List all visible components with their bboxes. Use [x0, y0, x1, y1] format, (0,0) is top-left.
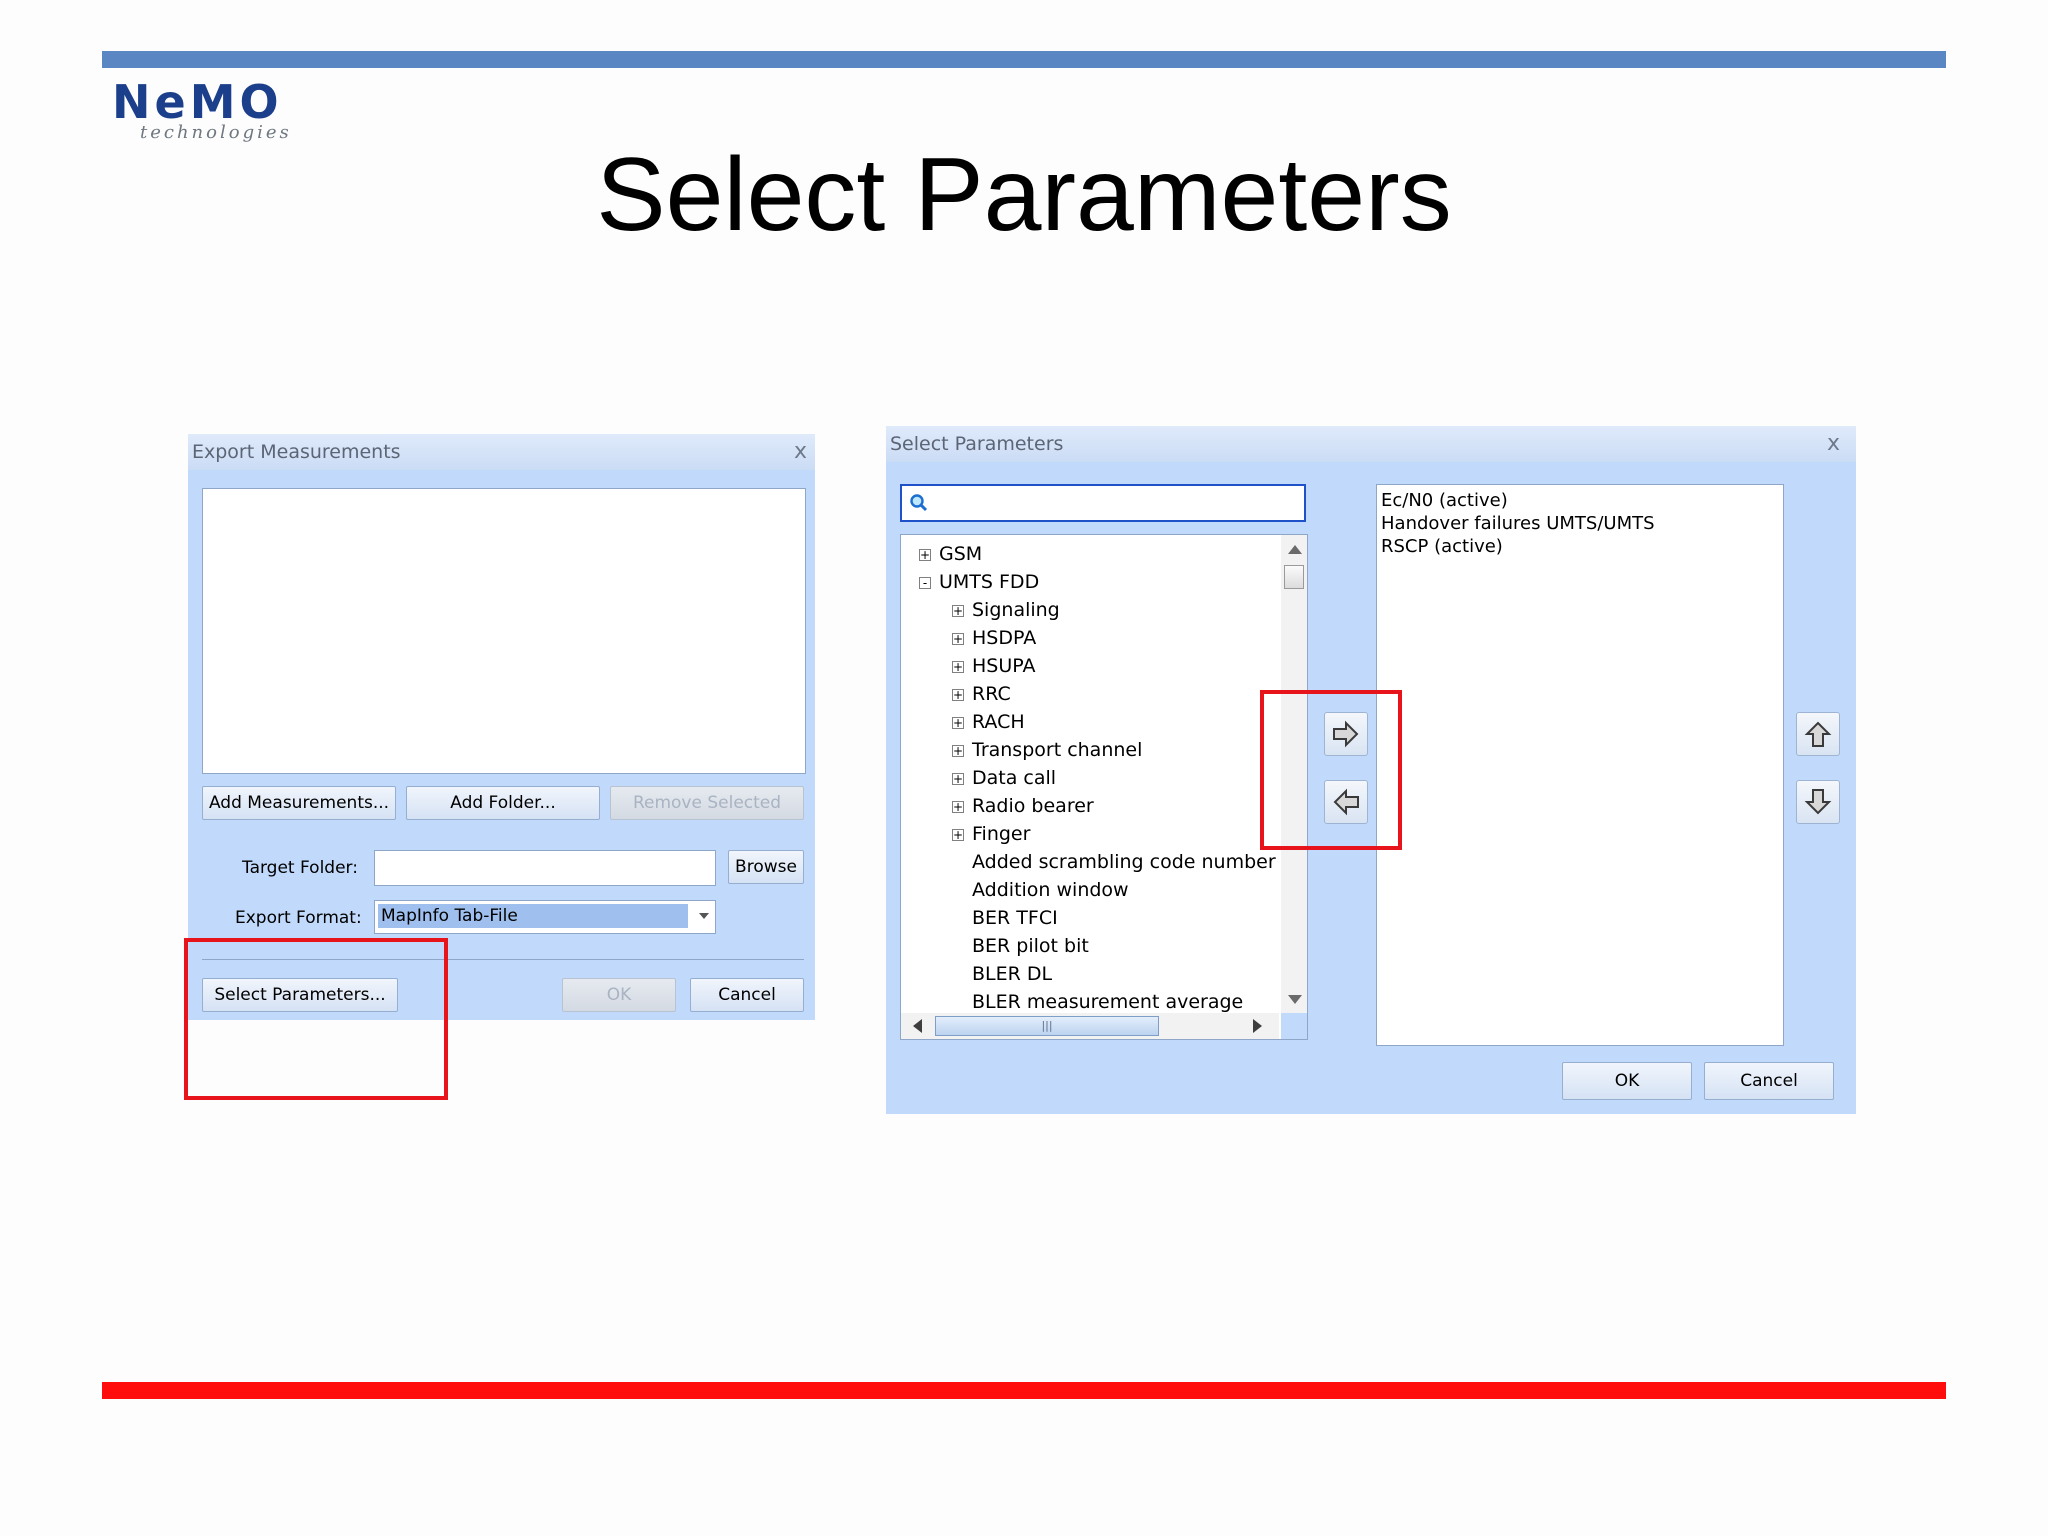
logo-word: NeMO — [112, 75, 283, 129]
add-measurements-button[interactable]: Add Measurements... — [202, 786, 396, 820]
parameter-tree[interactable]: + GSM - UMTS FDD + Signaling + HSDPA + HSUPA + RRC +… — [900, 534, 1308, 1040]
tree-item[interactable]: + RACH — [901, 709, 1279, 737]
horizontal-scrollbar[interactable]: ||| — [901, 1013, 1279, 1039]
export-format-value: MapInfo Tab-File — [378, 904, 688, 928]
expand-icon[interactable]: + — [952, 633, 964, 645]
expand-icon[interactable]: + — [952, 661, 964, 673]
scroll-up-icon[interactable] — [1288, 545, 1302, 554]
expand-icon[interactable]: + — [952, 745, 964, 757]
tree-item[interactable]: - UMTS FDD — [901, 569, 1279, 597]
ok-button[interactable]: OK — [562, 978, 676, 1012]
highlight-box-select-parameters — [184, 938, 448, 1100]
move-down-button[interactable] — [1796, 780, 1840, 824]
arrow-up-icon — [1804, 721, 1832, 747]
arrow-down-icon — [1804, 789, 1832, 815]
remove-selected-button[interactable]: Remove Selected — [610, 786, 804, 820]
tree-item-label: UMTS FDD — [939, 571, 1040, 593]
slide: NeMO technologies Select Parameters Expo… — [0, 0, 2048, 1536]
tree-item[interactable]: + Transport channel — [901, 737, 1279, 765]
tree-item-label: Radio bearer — [972, 795, 1094, 817]
selected-parameter-item[interactable]: Handover failures UMTS/UMTS — [1381, 512, 1655, 535]
add-folder-button[interactable]: Add Folder... — [406, 786, 600, 820]
tree-item[interactable]: Addition window — [901, 877, 1279, 905]
tree-item-label: Transport channel — [972, 739, 1143, 761]
search-icon — [910, 494, 928, 512]
browse-button[interactable]: Browse — [728, 850, 804, 884]
expand-icon[interactable]: + — [952, 801, 964, 813]
bottom-accent-bar — [102, 1382, 1946, 1399]
tree-item-label: RACH — [972, 711, 1025, 733]
tree-item[interactable]: + Signaling — [901, 597, 1279, 625]
move-up-button[interactable] — [1796, 712, 1840, 756]
scrollbar-corner — [1281, 1013, 1307, 1039]
expand-icon[interactable]: + — [952, 717, 964, 729]
expand-icon[interactable]: + — [919, 549, 931, 561]
tree-item-label: BER TFCI — [972, 907, 1058, 929]
chevron-down-icon[interactable] — [699, 913, 709, 919]
tree-item-label: Added scrambling code number — [972, 851, 1276, 873]
tree-item[interactable]: + GSM — [901, 541, 1279, 569]
cancel-button[interactable]: Cancel — [1704, 1062, 1834, 1100]
tree-item[interactable]: BER pilot bit — [901, 933, 1279, 961]
ok-button[interactable]: OK — [1562, 1062, 1692, 1100]
scroll-thumb-horizontal[interactable]: ||| — [935, 1016, 1159, 1036]
tree-item[interactable]: + RRC — [901, 681, 1279, 709]
tree-item[interactable]: + Data call — [901, 765, 1279, 793]
tree-item[interactable]: BLER DL — [901, 961, 1279, 989]
tree-item-label: HSUPA — [972, 655, 1036, 677]
scroll-thumb[interactable] — [1284, 565, 1304, 589]
export-format-select[interactable]: MapInfo Tab-File — [374, 900, 716, 934]
tree-item[interactable]: BLER measurement average — [901, 989, 1279, 1013]
collapse-icon[interactable]: - — [919, 577, 931, 589]
tree-item-label: Signaling — [972, 599, 1060, 621]
expand-icon[interactable]: + — [952, 773, 964, 785]
tree-item[interactable]: + Radio bearer — [901, 793, 1279, 821]
scroll-left-icon[interactable] — [913, 1019, 922, 1033]
close-icon[interactable]: x — [794, 434, 807, 470]
tree-item-label: HSDPA — [972, 627, 1037, 649]
scroll-right-icon[interactable] — [1253, 1019, 1262, 1033]
tree-item-label: Data call — [972, 767, 1057, 789]
close-icon[interactable]: x — [1827, 426, 1840, 462]
tree-item-label: BLER DL — [972, 963, 1053, 985]
tree-item-label: Addition window — [972, 879, 1129, 901]
tree-item[interactable]: BER TFCI — [901, 905, 1279, 933]
dialog-title: Export Measurements — [188, 434, 815, 470]
slide-title: Select Parameters — [596, 137, 1452, 253]
scroll-grip: ||| — [1041, 1019, 1053, 1032]
tree-item[interactable]: + Finger — [901, 821, 1279, 849]
expand-icon[interactable]: + — [952, 829, 964, 841]
selected-parameter-item[interactable]: RSCP (active) — [1381, 535, 1655, 558]
selected-parameters-list[interactable]: Ec/N0 (active) Handover failures UMTS/UMT… — [1376, 484, 1784, 1046]
selected-parameter-item[interactable]: Ec/N0 (active) — [1381, 489, 1655, 512]
target-folder-label: Target Folder: — [242, 858, 358, 878]
measurements-list[interactable] — [202, 488, 806, 774]
expand-icon[interactable]: + — [952, 689, 964, 701]
tree-item[interactable]: Added scrambling code number — [901, 849, 1279, 877]
parameter-search-input[interactable] — [900, 484, 1306, 522]
tree-item-label: Finger — [972, 823, 1031, 845]
expand-icon[interactable]: + — [952, 605, 964, 617]
top-accent-bar — [102, 51, 1946, 68]
tree-item-label: BLER measurement average — [972, 991, 1244, 1013]
highlight-box-transfer-arrows — [1260, 690, 1402, 850]
tree-item-label: GSM — [939, 543, 983, 565]
target-folder-field[interactable] — [374, 850, 716, 886]
cancel-button[interactable]: Cancel — [690, 978, 804, 1012]
scroll-down-icon[interactable] — [1288, 995, 1302, 1004]
tree-rows: + GSM - UMTS FDD + Signaling + HSDPA + HSUPA + RRC +… — [901, 535, 1281, 1013]
tree-item[interactable]: + HSDPA — [901, 625, 1279, 653]
dialog-title: Select Parameters — [886, 426, 1856, 462]
export-format-label: Export Format: — [235, 908, 362, 928]
selected-rows: Ec/N0 (active) Handover failures UMTS/UMT… — [1381, 489, 1655, 558]
tree-item[interactable]: + HSUPA — [901, 653, 1279, 681]
tree-item-label: BER pilot bit — [972, 935, 1089, 957]
export-measurements-dialog: Export Measurements x Add Measurements..… — [188, 434, 815, 1020]
tree-item-label: RRC — [972, 683, 1011, 705]
